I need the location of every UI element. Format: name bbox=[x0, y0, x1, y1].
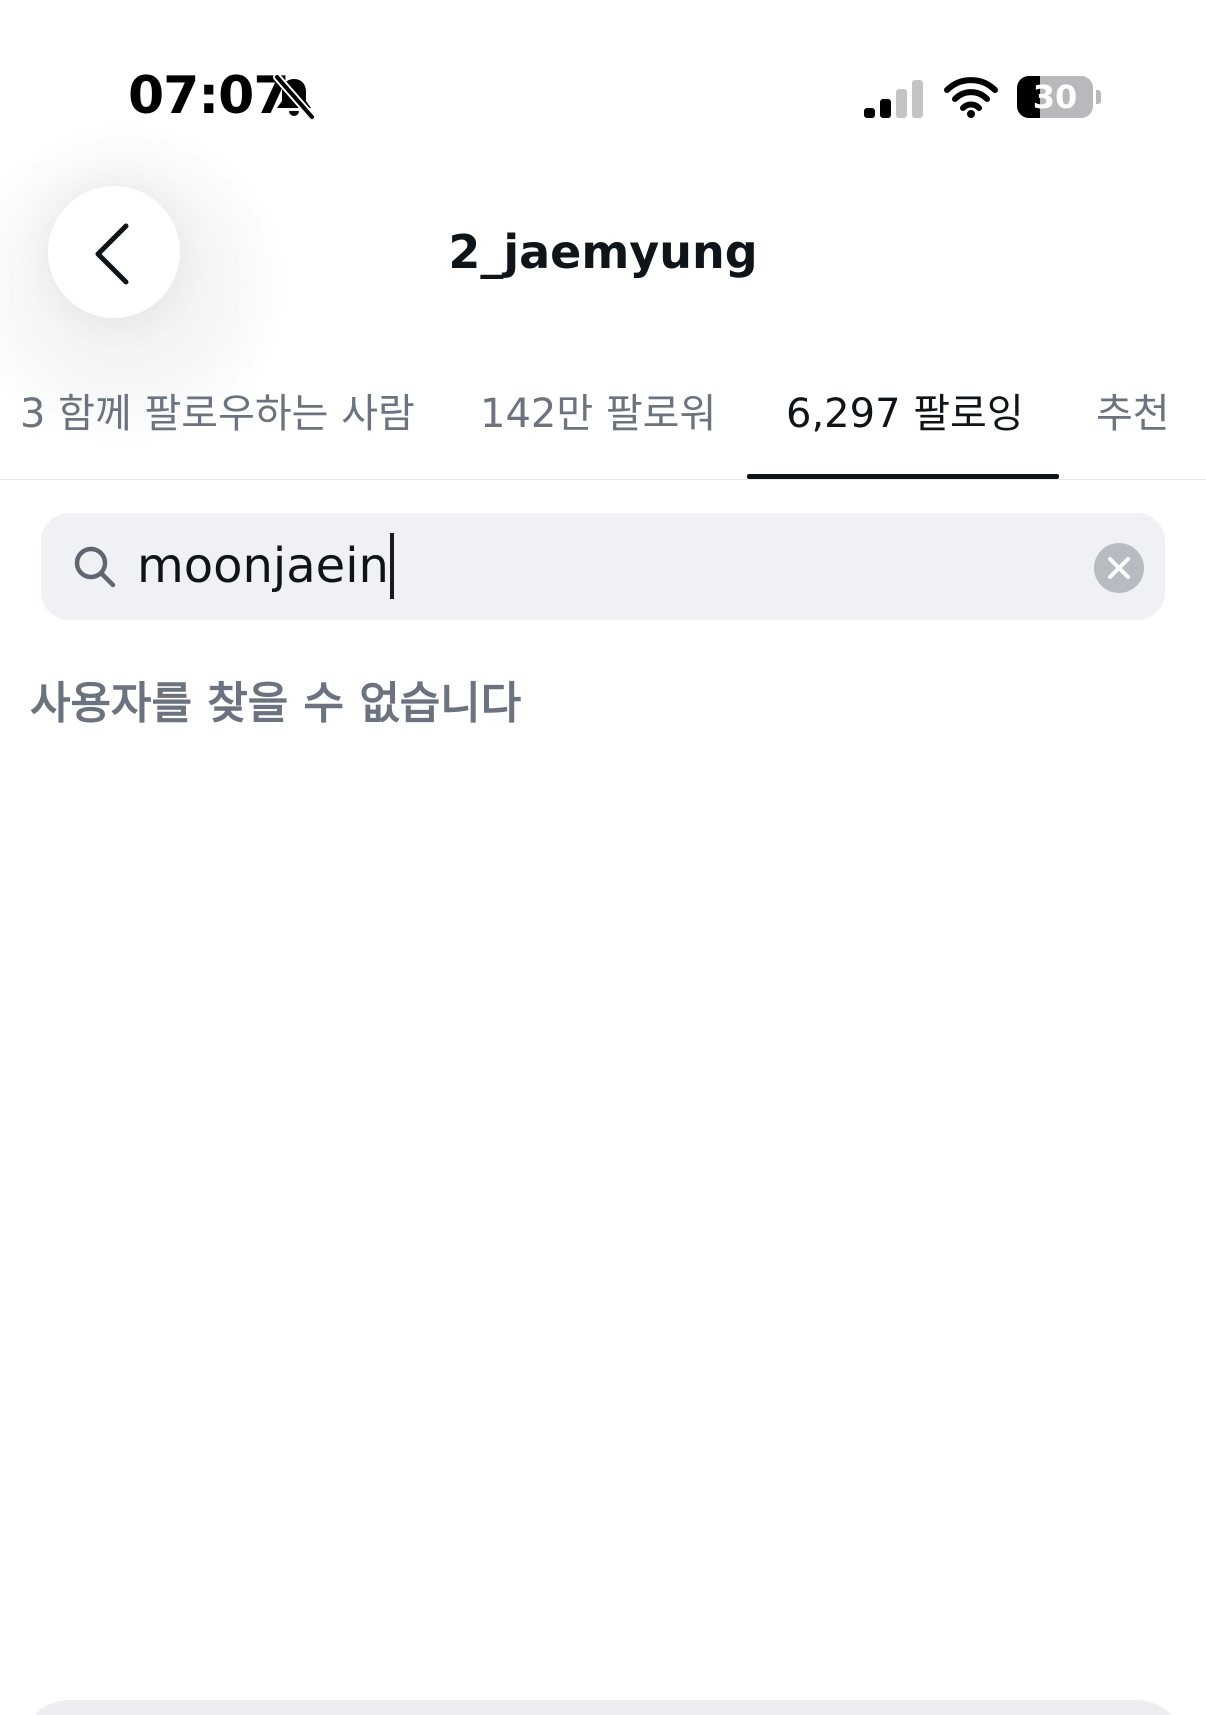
search-input-value: moonjaein bbox=[137, 538, 389, 594]
status-bar: 07:07 30 bbox=[0, 0, 1206, 150]
following-search-screen: 07:07 30 2_jaemyung 3 함께 팔로우하는 사람 142만 팔… bbox=[0, 0, 1206, 1715]
bottom-sheet-edge bbox=[20, 1700, 1186, 1715]
battery-level: 30 bbox=[1032, 78, 1078, 116]
tab-mutual-followers[interactable]: 3 함께 팔로우하는 사람 bbox=[20, 386, 415, 442]
wifi-icon bbox=[944, 77, 998, 118]
signal-bar bbox=[864, 108, 875, 118]
battery-body: 30 bbox=[1017, 76, 1093, 118]
battery-icon: 30 bbox=[1017, 76, 1101, 118]
clear-search-button[interactable] bbox=[1094, 543, 1144, 593]
active-tab-indicator bbox=[747, 474, 1059, 479]
signal-bar bbox=[880, 99, 891, 118]
tab-suggested[interactable]: 추천 bbox=[1096, 386, 1170, 442]
clear-x-icon bbox=[1108, 557, 1130, 579]
tab-followers[interactable]: 142만 팔로워 bbox=[480, 386, 716, 442]
header: 2_jaemyung bbox=[0, 120, 1206, 450]
search-input[interactable]: moonjaein bbox=[137, 531, 394, 601]
tab-following[interactable]: 6,297 팔로잉 bbox=[786, 386, 1024, 442]
text-caret bbox=[389, 533, 394, 599]
search-bar[interactable]: moonjaein bbox=[41, 513, 1165, 620]
signal-bar bbox=[896, 89, 907, 118]
battery-tip bbox=[1096, 90, 1101, 104]
no-results-message: 사용자를 찾을 수 없습니다 bbox=[30, 678, 522, 729]
cellular-signal-icon bbox=[864, 80, 923, 118]
status-time: 07:07 bbox=[128, 66, 290, 126]
bell-slash-icon bbox=[273, 74, 316, 120]
tab-bar: 3 함께 팔로우하는 사람 142만 팔로워 6,297 팔로잉 추천 bbox=[0, 360, 1206, 480]
page-title: 2_jaemyung bbox=[448, 225, 758, 279]
signal-bar bbox=[912, 80, 923, 118]
search-icon bbox=[74, 546, 116, 588]
